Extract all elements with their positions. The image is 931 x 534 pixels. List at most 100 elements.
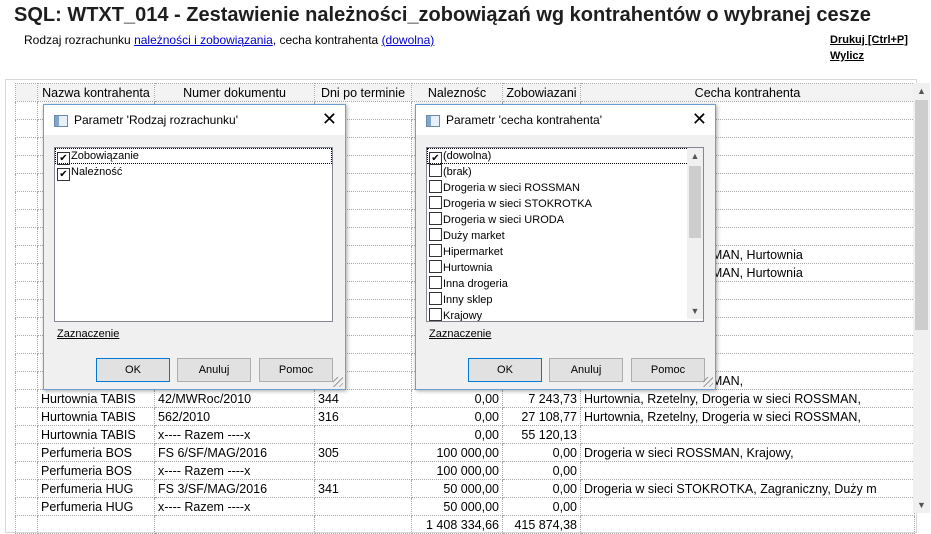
table-cell: FS 3/SF/MAG/2016 — [154, 479, 315, 498]
checkbox[interactable] — [429, 260, 442, 273]
checkbox[interactable] — [429, 308, 442, 321]
column-header[interactable]: Numer dokumentu — [154, 83, 315, 102]
row-selector[interactable] — [15, 173, 38, 192]
list-item[interactable]: Inny sklep — [427, 292, 703, 308]
calculate-link[interactable]: Wylicz — [830, 50, 864, 62]
cancel-button[interactable]: Anuluj — [549, 358, 623, 382]
row-selector[interactable] — [15, 281, 38, 300]
column-header[interactable]: Zobowiazani — [502, 83, 581, 102]
table-cell — [314, 461, 412, 480]
select-all-link[interactable]: Zaznaczenie — [429, 328, 491, 340]
row-selector[interactable] — [15, 497, 38, 516]
resize-grip[interactable] — [703, 377, 713, 387]
row-selector[interactable] — [15, 335, 38, 354]
list-item[interactable]: Drogeria w sieci URODA — [427, 212, 703, 228]
close-icon[interactable]: ✕ — [692, 108, 707, 130]
table-cell: Perfumeria BOS — [37, 461, 155, 480]
row-selector[interactable] — [15, 191, 38, 210]
row-selector[interactable] — [15, 407, 38, 426]
column-header[interactable]: Cecha kontrahenta — [580, 83, 915, 102]
list-item[interactable]: Inna drogeria — [427, 276, 703, 292]
dialog-titlebar[interactable]: Parametr 'cecha kontrahenta' ✕ — [416, 105, 715, 135]
row-selector[interactable] — [15, 137, 38, 156]
checkbox[interactable] — [429, 276, 442, 289]
chevron-down-icon[interactable]: ▼ — [687, 303, 703, 319]
row-selector[interactable] — [15, 101, 38, 120]
contractor-feature-list[interactable]: ✔ (dowolna) (brak) Drogeria w sieci ROSSMAN… — [426, 147, 704, 322]
row-selector[interactable] — [15, 425, 38, 444]
row-selector[interactable] — [15, 479, 38, 498]
row-selector[interactable] — [15, 515, 38, 534]
table-row[interactable]: Perfumeria HUG FS 3/SF/MAG/2016 341 50 000,… — [15, 479, 915, 498]
settlement-type-list[interactable]: ✔ Zobowiązanie ✔ Należność — [54, 147, 333, 322]
chevron-up-icon[interactable]: ▲ — [687, 148, 703, 164]
row-selector[interactable] — [15, 245, 38, 264]
row-selector[interactable] — [15, 317, 38, 336]
settlement-type-link[interactable]: należności i zobowiązania — [134, 33, 273, 47]
row-selector[interactable] — [15, 119, 38, 138]
list-item[interactable]: ✔ Zobowiązanie — [55, 148, 332, 165]
table-row[interactable]: Perfumeria BOS FS 6/SF/MAG/2016 305 100 000… — [15, 443, 915, 462]
checkbox[interactable] — [429, 212, 442, 225]
list-item[interactable]: Hurtownia — [427, 260, 703, 276]
table-row[interactable]: Hurtownia TABIS 42/MWRoc/2010 344 0,00 7 243… — [15, 389, 915, 408]
column-header[interactable]: Dni po terminie — [314, 83, 412, 102]
list-item[interactable]: Drogeria w sieci STOKROTKA — [427, 196, 703, 212]
print-link[interactable]: Drukuj [Ctrl+P] — [830, 34, 908, 46]
select-all-link[interactable]: Zaznaczenie — [57, 328, 119, 340]
checkbox[interactable] — [429, 228, 442, 241]
checkbox[interactable] — [429, 164, 442, 177]
dialog-titlebar[interactable]: Parametr 'Rodzaj rozrachunku' ✕ — [44, 105, 345, 135]
close-icon[interactable]: ✕ — [322, 108, 337, 130]
list-item-label: Zobowiązanie — [71, 150, 139, 162]
row-selector[interactable] — [15, 443, 38, 462]
row-selector[interactable] — [15, 263, 38, 282]
table-row[interactable]: Hurtownia TABIS 562/2010 316 0,00 27 108,77 H… — [15, 407, 915, 426]
list-item[interactable]: ✔ (dowolna) — [427, 148, 703, 165]
checkbox[interactable] — [429, 292, 442, 305]
table-cell: 55 120,13 — [502, 425, 581, 444]
table-cell: 0,00 — [502, 497, 581, 516]
ok-button[interactable]: OK — [96, 358, 170, 382]
cancel-button[interactable]: Anuluj — [177, 358, 251, 382]
row-selector[interactable] — [15, 299, 38, 318]
ok-button[interactable]: OK — [468, 358, 542, 382]
table-row[interactable]: Hurtownia TABIS x---- Razem ----x 0,00 55 1… — [15, 425, 915, 444]
list-item[interactable]: Hipermarket — [427, 244, 703, 260]
table-cell: 415 874,38 — [502, 515, 581, 534]
checkbox[interactable]: ✔ — [57, 168, 70, 181]
checkbox[interactable] — [429, 180, 442, 193]
list-item[interactable]: Duży market — [427, 228, 703, 244]
help-button[interactable]: Pomoc — [631, 358, 705, 382]
list-item[interactable]: Drogeria w sieci ROSSMAN — [427, 180, 703, 196]
checkbox[interactable] — [429, 244, 442, 257]
row-selector[interactable] — [15, 389, 38, 408]
scrollbar-thumb[interactable] — [915, 100, 928, 330]
contractor-feature-link[interactable]: (dowolna) — [382, 33, 435, 47]
table-cell — [580, 425, 915, 444]
row-selector[interactable] — [15, 371, 38, 390]
chevron-up-icon[interactable]: ▲ — [913, 83, 930, 99]
table-scrollbar[interactable]: ▲ ▼ — [913, 83, 930, 513]
resize-grip[interactable] — [333, 377, 343, 387]
table-row[interactable]: Perfumeria BOS x---- Razem ----x 100 000,0… — [15, 461, 915, 480]
help-button[interactable]: Pomoc — [259, 358, 333, 382]
list-scrollbar[interactable]: ▲ ▼ — [687, 148, 703, 319]
list-item-label: Drogeria w sieci STOKROTKA — [443, 198, 592, 210]
row-selector[interactable] — [15, 461, 38, 480]
checkbox[interactable] — [429, 196, 442, 209]
list-item-label: Inna drogeria — [443, 278, 508, 290]
column-header[interactable]: Nazwa kontrahenta — [37, 83, 155, 102]
table-row[interactable]: 1 408 334,66 415 874,38 — [15, 515, 915, 534]
list-item[interactable]: ✔ Należność — [55, 164, 332, 181]
list-item[interactable]: Krajowy — [427, 308, 703, 321]
row-selector[interactable] — [15, 227, 38, 246]
chevron-down-icon[interactable]: ▼ — [913, 497, 930, 513]
column-header[interactable]: Naleznośc — [411, 83, 503, 102]
row-selector[interactable] — [15, 155, 38, 174]
list-item[interactable]: (brak) — [427, 164, 703, 180]
scrollbar-thumb[interactable] — [689, 166, 701, 238]
row-selector[interactable] — [15, 353, 38, 372]
table-row[interactable]: Perfumeria HUG x---- Razem ----x 50 000,00… — [15, 497, 915, 516]
row-selector[interactable] — [15, 209, 38, 228]
